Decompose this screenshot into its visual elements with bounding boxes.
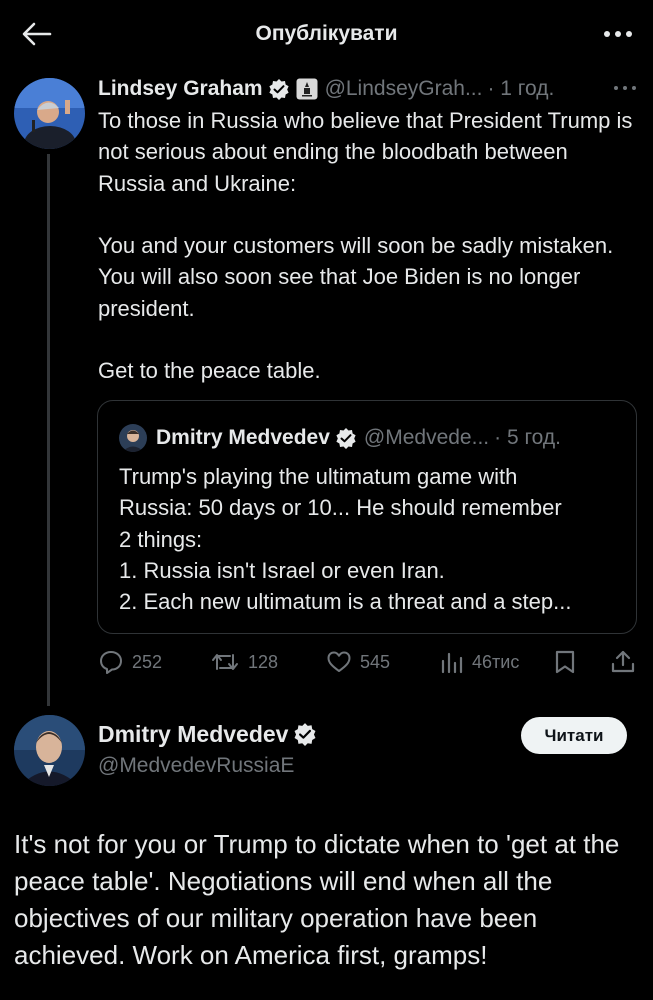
views-chart-icon	[441, 652, 463, 674]
government-badge-icon	[296, 78, 318, 100]
quoted-line: Trump's playing the ultimatum game with	[119, 464, 518, 489]
verified-badge-icon	[336, 428, 356, 449]
reply-author-block: Dmitry Medvedev @MedvedevRussiaE	[98, 718, 317, 778]
bookmark-icon[interactable]	[553, 649, 577, 675]
tweet-actions: 252 128 545 46тис	[98, 646, 643, 678]
reply-button[interactable]: 252	[98, 646, 162, 678]
avatar-medvedev-small	[119, 424, 147, 452]
share-icon[interactable]	[610, 649, 636, 675]
quoted-tweet-time: · 5 год.	[494, 426, 561, 449]
quoted-line: 2. Each new ultimatum is a threat and a …	[119, 589, 572, 615]
tweet-more-icon[interactable]	[613, 80, 637, 96]
quoted-tweet-text: Trump's playing the ultimatum game with …	[119, 461, 619, 617]
tweet-paragraph: To those in Russia who believe that Pres…	[98, 108, 633, 196]
quoted-tweet-header: Dmitry Medvedev @Medvede... · 5 год.	[119, 423, 561, 453]
reply-author-handle[interactable]: @MedvedevRussiaE	[98, 754, 317, 778]
like-button[interactable]: 545	[326, 646, 390, 678]
tweet-text: To those in Russia who believe that Pres…	[98, 105, 638, 387]
top-bar: Опублікувати	[0, 0, 653, 68]
author-handle[interactable]: @LindseyGrah...	[325, 77, 483, 101]
like-count: 545	[360, 651, 391, 672]
page-title: Опублікувати	[255, 22, 398, 45]
tweet-time[interactable]: · 1 год.	[487, 77, 554, 101]
views-button[interactable]: 46тис	[440, 646, 519, 678]
quoted-author-name: Dmitry Medvedev	[156, 426, 330, 449]
quoted-line: 2 things:	[119, 526, 203, 552]
reply-count: 252	[132, 651, 163, 672]
tweet-header: Lindsey Graham @LindseyGrah... · 1 год.	[98, 74, 638, 104]
quoted-tweet-card[interactable]: Dmitry Medvedev @Medvede... · 5 год. Tru…	[97, 400, 637, 634]
reply-author-name-row: Dmitry Medvedev	[98, 718, 317, 750]
reply-author-name[interactable]: Dmitry Medvedev	[98, 721, 288, 748]
avatar-dmitry-medvedev[interactable]	[14, 715, 85, 786]
arrow-left-icon[interactable]	[20, 20, 54, 48]
quoted-line: Russia: 50 days or 10... He should remem…	[119, 495, 562, 521]
tweet-paragraph: Get to the peace table.	[98, 358, 321, 384]
verified-badge-icon	[294, 723, 316, 746]
reply-tweet-text: It's not for you or Trump to dictate whe…	[14, 829, 620, 970]
reply-icon	[100, 651, 122, 674]
heart-icon	[327, 651, 351, 672]
thread-connector-line	[47, 154, 50, 706]
follow-button[interactable]: Читати	[521, 717, 627, 754]
quoted-author-handle: @Medvede...	[363, 426, 490, 449]
repost-count: 128	[248, 651, 279, 672]
quoted-line: 1. Russia isn't Israel or even Iran.	[119, 557, 445, 583]
repost-button[interactable]: 128	[210, 646, 278, 678]
more-horizontal-icon[interactable]	[603, 22, 633, 46]
avatar-lindsey-graham[interactable]	[14, 78, 85, 149]
author-name[interactable]: Lindsey Graham	[98, 77, 263, 101]
repost-icon	[212, 654, 238, 670]
tweet-paragraph: You and your customers will soon be sadl…	[98, 233, 614, 321]
verified-badge-icon	[268, 79, 289, 100]
views-count: 46тис	[472, 651, 520, 672]
